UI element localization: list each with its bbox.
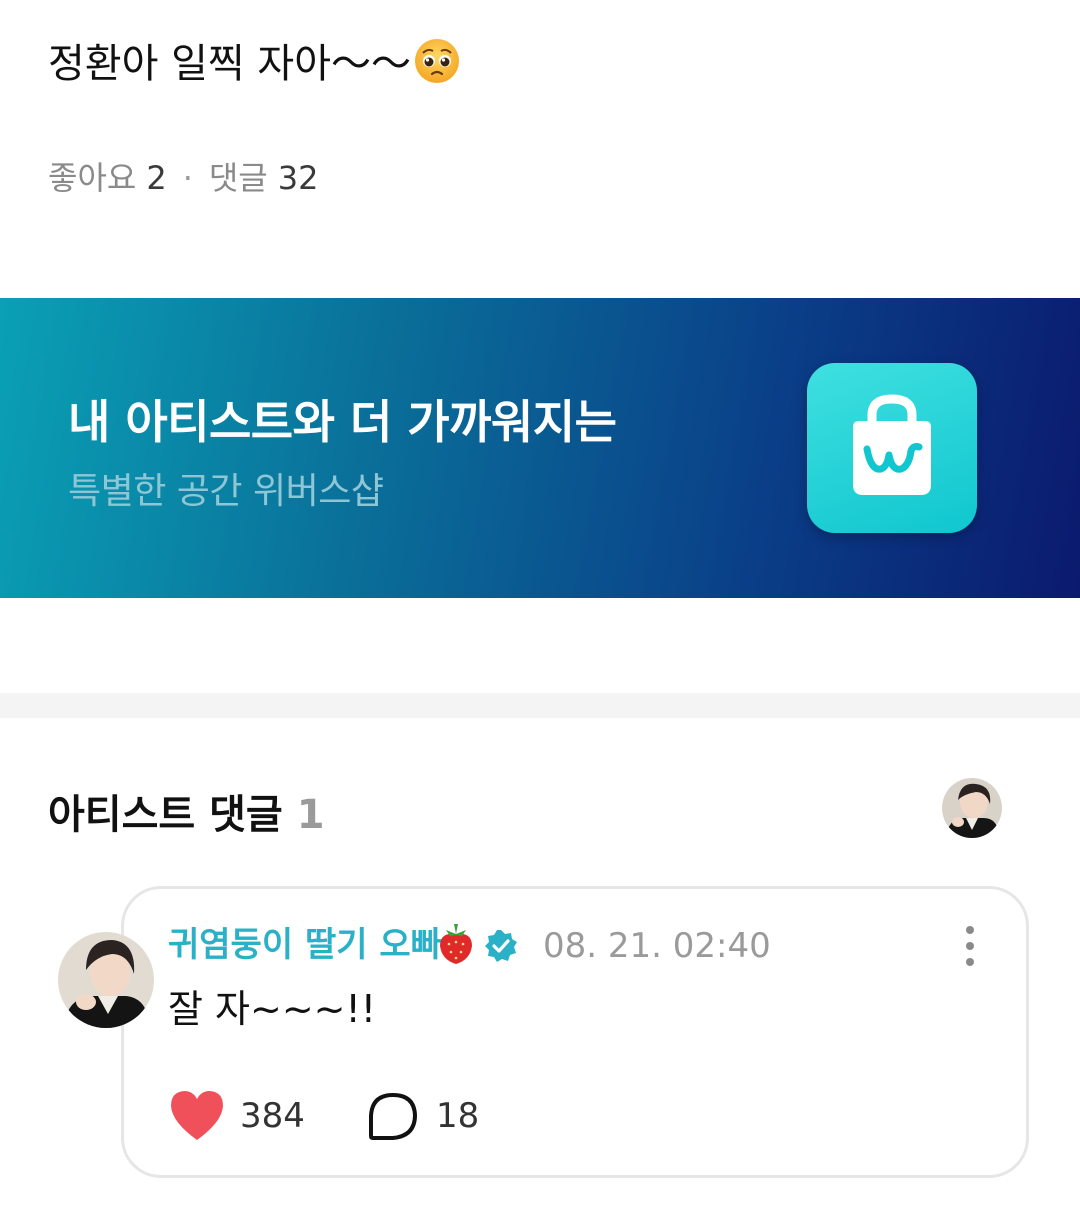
reply-button[interactable] (368, 1092, 418, 1146)
verified-badge-icon (483, 928, 519, 968)
section-divider (0, 693, 1080, 718)
stats-separator: · (182, 159, 193, 197)
comment-timestamp: 08. 21. 02:40 (543, 926, 771, 966)
reply-count: 18 (436, 1096, 480, 1136)
artist-avatar[interactable] (942, 778, 1002, 838)
like-count: 384 (240, 1096, 305, 1136)
more-dot (966, 958, 974, 966)
artist-comments-title: 아티스트 댓글 1 (48, 782, 325, 840)
more-options-icon[interactable] (954, 924, 986, 968)
comments-label[interactable]: 댓글 (209, 159, 268, 197)
more-dot (966, 942, 974, 950)
post-text: 정환아 일찍 자아〜〜 (48, 41, 412, 87)
speech-bubble-icon (369, 1093, 417, 1140)
likes-count: 2 (146, 159, 167, 197)
comment-author-name[interactable]: 귀염둥이 딸기 오빠 (168, 922, 442, 968)
weverse-shop-banner[interactable]: 내 아티스트와 더 가까워지는 특별한 공간 위버스샵 (0, 298, 1080, 598)
banner-subtitle: 특별한 공간 위버스샵 (68, 471, 384, 512)
likes-label[interactable]: 좋아요 (48, 159, 136, 197)
heart-icon (171, 1091, 223, 1140)
pleading-face-emoji-icon (413, 37, 461, 85)
post-stats: 좋아요 2 · 댓글 32 (48, 156, 318, 200)
comment-author-avatar[interactable] (58, 932, 154, 1028)
banner-title: 내 아티스트와 더 가까워지는 (68, 395, 617, 449)
comment-text: 잘 자~~~!! (168, 987, 376, 1031)
strawberry-emoji-icon (436, 922, 476, 970)
like-button[interactable] (168, 1088, 226, 1146)
comments-count: 32 (277, 159, 319, 197)
artist-comments-count: 1 (296, 792, 325, 838)
post-body: 정환아 일찍 자아〜〜 (48, 36, 461, 92)
more-dot (966, 926, 974, 934)
artist-comments-label: 아티스트 댓글 (48, 792, 283, 838)
weverse-shop-bag-icon (807, 363, 977, 533)
